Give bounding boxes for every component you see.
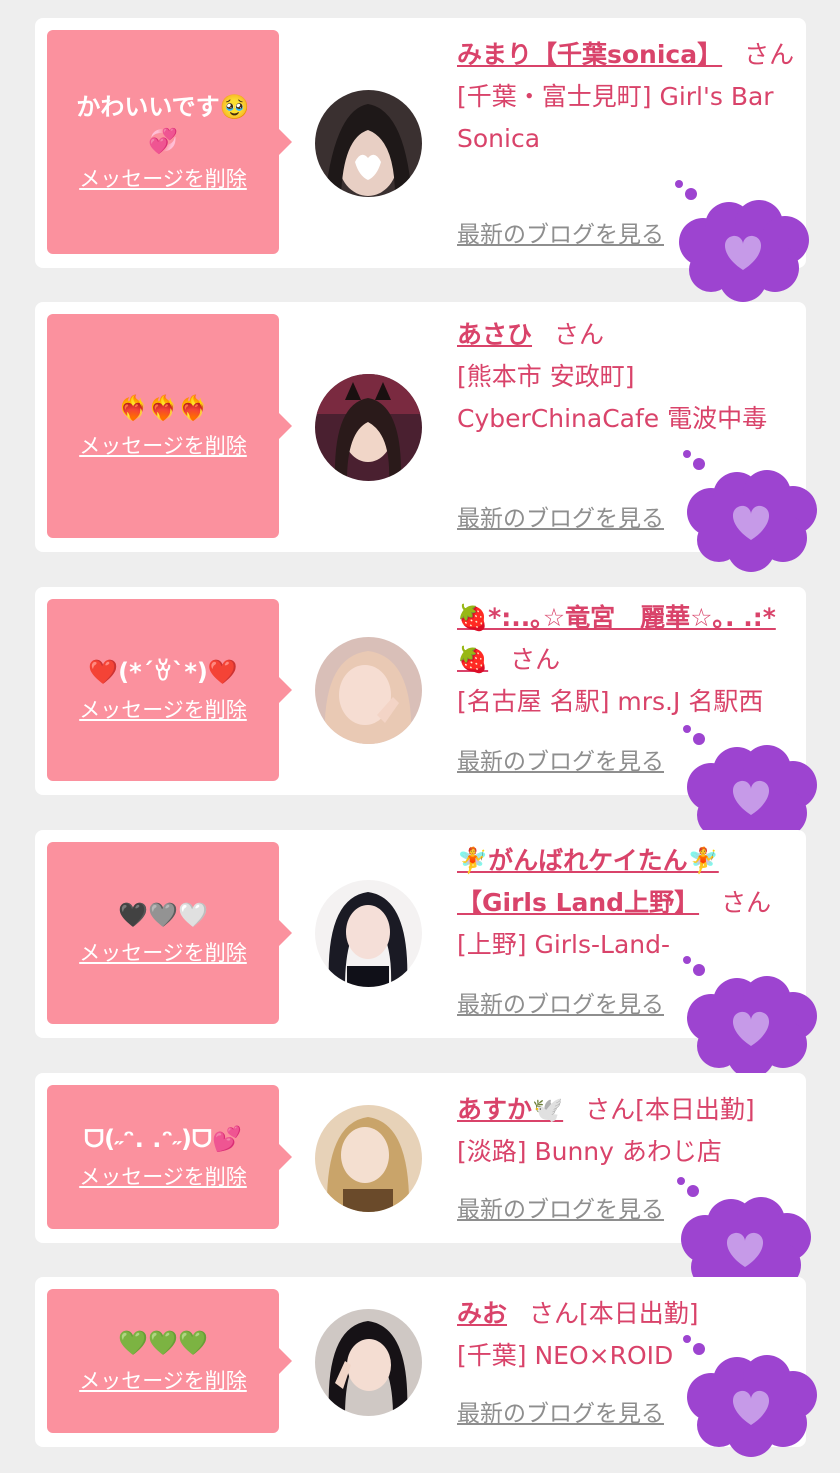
cast-name-link[interactable]: 🍓*:..｡☆竜宮 麗華☆｡. .:*🍓 [457, 603, 776, 674]
message-text: ᗜ(˶ᵔ. .ᵔ˶)ᗜ💕 [84, 1125, 242, 1153]
message-text: 🖤🩶🤍 [118, 901, 208, 929]
cast-name-link[interactable]: 🧚がんばれケイたん🧚【Girls Land上野】 [457, 846, 719, 917]
heart-cloud-icon[interactable] [671, 954, 821, 1084]
delete-message-link[interactable]: メッセージを削除 [79, 1162, 247, 1192]
shop-name: [千葉] NEO×ROID [457, 1341, 674, 1370]
latest-blog-link[interactable]: 最新のブログを見る [457, 1195, 664, 1225]
attendance-status: [本日出勤] [579, 1299, 699, 1328]
honorific: さん [721, 888, 772, 917]
message-text: 💚💚💚 [118, 1329, 208, 1357]
latest-blog-link[interactable]: 最新のブログを見る [457, 504, 664, 534]
card-info: あすか🕊️ さん[本日出勤] [淡路] Bunny あわじ店 [457, 1089, 797, 1173]
shop-name: [淡路] Bunny あわじ店 [457, 1137, 722, 1166]
heart-cloud-icon[interactable] [671, 1333, 821, 1463]
delete-message-link[interactable]: メッセージを削除 [79, 164, 247, 194]
delete-message-link[interactable]: メッセージを削除 [79, 938, 247, 968]
message-bubble: 💚💚💚 メッセージを削除 [47, 1289, 292, 1433]
honorific: さん [510, 645, 561, 674]
avatar[interactable] [315, 880, 422, 987]
delete-message-link[interactable]: メッセージを削除 [79, 1366, 247, 1396]
latest-blog-link[interactable]: 最新のブログを見る [457, 990, 664, 1020]
avatar[interactable] [315, 1309, 422, 1416]
cast-name-link[interactable]: あすか🕊️ [457, 1095, 563, 1124]
favorite-card: 💚💚💚 メッセージを削除 みお さん[本日出勤] [千葉] NEO×ROID 最新… [35, 1277, 817, 1457]
delete-message-link[interactable]: メッセージを削除 [79, 431, 247, 461]
honorific: さん [554, 320, 605, 349]
delete-message-link[interactable]: メッセージを削除 [79, 695, 247, 725]
shop-name: [上野] Girls-Land- [457, 930, 671, 959]
favorite-card: ❤️‍🔥❤️‍🔥❤️‍🔥 メッセージを削除 あさひ さん [熊本市 安政町] Cy… [35, 302, 817, 572]
honorific: さん [585, 1095, 636, 1124]
cast-name-link[interactable]: みお [457, 1299, 507, 1328]
message-text: ❤️‍🔥❤️‍🔥❤️‍🔥 [118, 394, 208, 422]
message-bubble: ᗜ(˶ᵔ. .ᵔ˶)ᗜ💕 メッセージを削除 [47, 1085, 292, 1229]
shop-name: [熊本市 安政町] CyberChinaCafe 電波中毒 [457, 362, 768, 433]
message-bubble: ❤️‍🔥❤️‍🔥❤️‍🔥 メッセージを削除 [47, 314, 292, 538]
message-text: かわいいです🥹💞 [76, 93, 250, 155]
shop-name: [千葉・富士見町] Girl's Bar Sonica [457, 82, 774, 153]
heart-cloud-icon[interactable] [663, 178, 813, 308]
cast-name-link[interactable]: あさひ [457, 320, 532, 349]
message-bubble: かわいいです🥹💞 メッセージを削除 [47, 30, 292, 254]
favorite-card: ❤️(*´ꈊ`*)❤️ メッセージを削除 🍓*:..｡☆竜宮 麗華☆｡. .:*… [35, 587, 817, 847]
favorite-card: かわいいです🥹💞 メッセージを削除 みまり【千葉sonica】 さん [千葉・富士… [35, 18, 809, 302]
avatar[interactable] [315, 1105, 422, 1212]
latest-blog-link[interactable]: 最新のブログを見る [457, 747, 664, 777]
avatar[interactable] [315, 637, 422, 744]
avatar[interactable] [315, 90, 422, 197]
card-info: みまり【千葉sonica】 さん [千葉・富士見町] Girl's Bar Son… [457, 34, 797, 160]
attendance-status: [本日出勤] [635, 1095, 755, 1124]
avatar[interactable] [315, 374, 422, 481]
honorific: さん [529, 1299, 580, 1328]
favorite-card: ᗜ(˶ᵔ. .ᵔ˶)ᗜ💕 メッセージを削除 あすか🕊️ さん[本日出勤] [淡路]… [35, 1073, 811, 1299]
heart-cloud-icon[interactable] [671, 448, 821, 578]
message-bubble: 🖤🩶🤍 メッセージを削除 [47, 842, 292, 1024]
latest-blog-link[interactable]: 最新のブログを見る [457, 220, 664, 250]
message-text: ❤️(*´ꈊ`*)❤️ [88, 658, 238, 686]
latest-blog-link[interactable]: 最新のブログを見る [457, 1399, 664, 1429]
honorific: さん [744, 40, 795, 69]
card-info: 🧚がんばれケイたん🧚【Girls Land上野】 さん [上野] Girls-La… [457, 840, 797, 966]
shop-name: [名古屋 名駅] mrs.J 名駅西 [457, 687, 764, 716]
message-bubble: ❤️(*´ꈊ`*)❤️ メッセージを削除 [47, 599, 292, 781]
card-info: あさひ さん [熊本市 安政町] CyberChinaCafe 電波中毒 [457, 314, 777, 440]
card-info: 🍓*:..｡☆竜宮 麗華☆｡. .:*🍓 さん [名古屋 名駅] mrs.J 名駅… [457, 597, 797, 723]
favorite-card: 🖤🩶🤍 メッセージを削除 🧚がんばれケイたん🧚【Girls Land上野】 さん … [35, 830, 817, 1078]
cast-name-link[interactable]: みまり【千葉sonica】 [457, 40, 722, 69]
